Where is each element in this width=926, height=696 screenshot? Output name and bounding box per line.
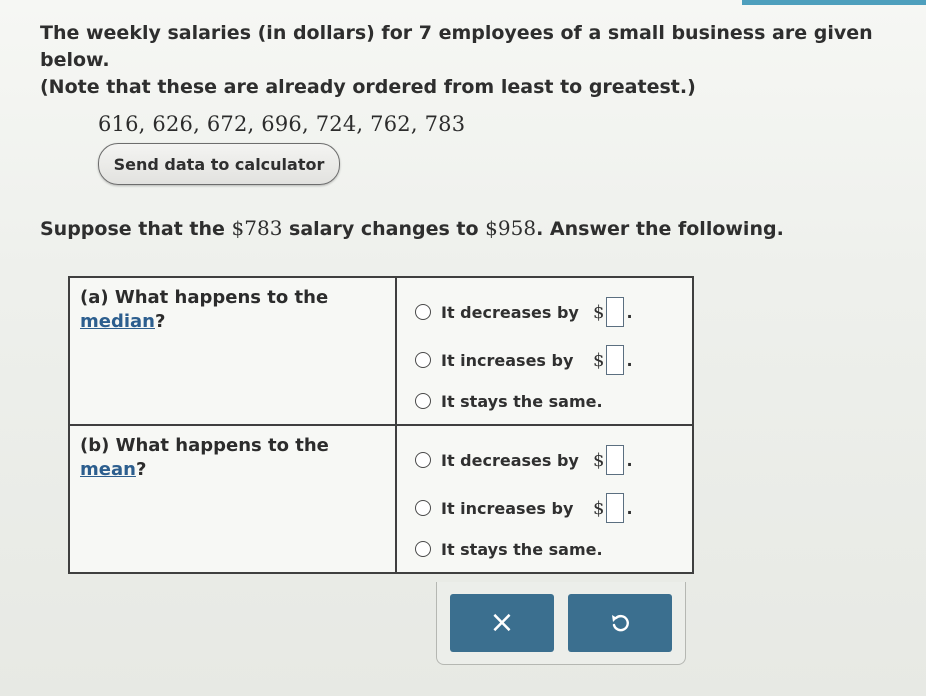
undo-button[interactable]: [568, 594, 672, 652]
new-salary: $958: [485, 216, 537, 240]
radio-b-same[interactable]: [414, 541, 431, 557]
old-salary: $783: [231, 216, 283, 240]
period: .: [626, 302, 633, 322]
problem-line-1: The weekly salaries (in dollars) for 7 e…: [40, 22, 873, 71]
clear-button[interactable]: ×: [450, 594, 554, 652]
option-label: It stays the same.: [440, 391, 603, 411]
median-term-link[interactable]: median: [80, 311, 155, 332]
option-b-decrease: It decreases by $ .: [414, 436, 692, 484]
option-label: It decreases by: [440, 450, 579, 470]
question-a: (a) What happens to the median?: [68, 276, 397, 426]
suppose-statement: Suppose that the $783 salary changes to …: [40, 216, 784, 240]
question-b-suffix: ?: [135, 459, 147, 480]
option-label: It increases by: [440, 498, 574, 518]
currency-symbol: $: [592, 349, 605, 371]
radio-b-increase[interactable]: [414, 500, 431, 516]
period: .: [626, 498, 633, 518]
currency-symbol: $: [592, 301, 605, 323]
option-label: It increases by: [440, 350, 574, 370]
currency-symbol: $: [592, 497, 605, 519]
question-b-prefix: (b) What happens to the: [80, 435, 329, 456]
question-row-a: (a) What happens to the median? It decre…: [68, 276, 695, 426]
option-b-same: It stays the same.: [414, 532, 692, 566]
x-icon: ×: [489, 605, 515, 640]
currency-symbol: $: [592, 449, 605, 471]
option-a-decrease: It decreases by $ .: [414, 288, 692, 336]
salary-data: 616, 626, 672, 696, 724, 762, 783: [98, 112, 466, 136]
option-b-increase: It increases by $ .: [414, 484, 692, 532]
suppose-middle: salary changes to: [282, 218, 486, 240]
top-accent-bar: [742, 0, 926, 5]
answer-input-b-increase[interactable]: [606, 493, 625, 523]
period: .: [626, 350, 633, 370]
undo-icon: [612, 615, 629, 632]
question-b: (b) What happens to the mean?: [68, 424, 397, 574]
mean-term-link[interactable]: mean: [80, 459, 136, 480]
suppose-prefix: Suppose that the: [40, 218, 232, 240]
problem-line-2: (Note that these are already ordered fro…: [40, 76, 696, 98]
radio-b-decrease[interactable]: [414, 452, 431, 468]
option-label: It decreases by: [440, 302, 579, 322]
option-a-increase: It increases by $ .: [414, 336, 692, 384]
question-row-b: (b) What happens to the mean? It decreas…: [68, 424, 695, 574]
option-a-same: It stays the same.: [414, 384, 692, 418]
option-label: It stays the same.: [440, 539, 603, 559]
send-data-button[interactable]: Send data to calculator: [98, 143, 340, 185]
options-a: It decreases by $ . It increases by $ . …: [394, 276, 695, 426]
answer-input-a-decrease[interactable]: [606, 297, 625, 327]
question-table: (a) What happens to the median? It decre…: [68, 276, 695, 574]
answer-input-a-increase[interactable]: [606, 345, 625, 375]
suppose-suffix: . Answer the following.: [536, 218, 784, 240]
options-b: It decreases by $ . It increases by $ . …: [394, 424, 695, 574]
answer-input-b-decrease[interactable]: [606, 445, 625, 475]
radio-a-increase[interactable]: [414, 352, 431, 368]
problem-statement: The weekly salaries (in dollars) for 7 e…: [40, 20, 900, 101]
action-panel: ×: [436, 582, 686, 665]
radio-a-decrease[interactable]: [414, 304, 431, 320]
question-a-prefix: (a) What happens to the: [80, 287, 329, 308]
question-a-suffix: ?: [154, 311, 166, 332]
radio-a-same[interactable]: [414, 393, 431, 409]
period: .: [626, 450, 633, 470]
